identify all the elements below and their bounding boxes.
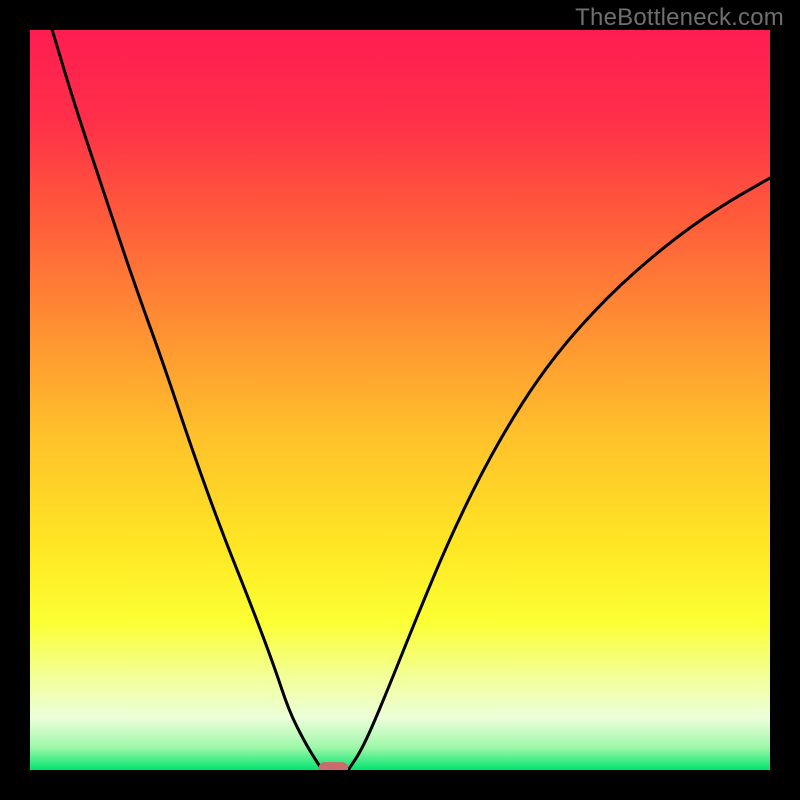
chart-frame: TheBottleneck.com [0, 0, 800, 800]
plot-svg [30, 30, 770, 770]
optimum-marker [319, 762, 349, 770]
watermark-text: TheBottleneck.com [575, 4, 784, 32]
plot-area [30, 30, 770, 770]
